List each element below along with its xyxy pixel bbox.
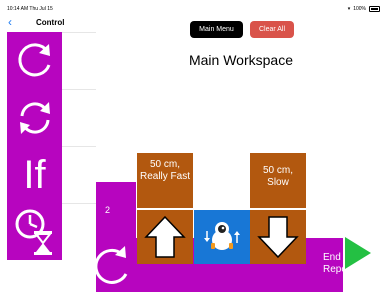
loop-block[interactable] bbox=[7, 32, 62, 89]
command-arrow-up[interactable] bbox=[137, 210, 193, 264]
battery-percent: 100% bbox=[353, 6, 366, 12]
robot-icon bbox=[204, 222, 240, 250]
command-arrow-down[interactable] bbox=[250, 210, 306, 264]
status-bar: 10:14 AM Thu Jul 15 ▾ 100% bbox=[0, 0, 386, 14]
arrow-down-icon bbox=[257, 216, 299, 259]
sidebar-header: ‹ Control bbox=[0, 14, 96, 32]
battery-icon bbox=[369, 6, 380, 12]
divider bbox=[62, 146, 96, 147]
robot-block[interactable] bbox=[194, 210, 250, 264]
clear-all-button[interactable]: Clear All bbox=[250, 21, 294, 38]
divider bbox=[62, 32, 96, 33]
repeat-block[interactable] bbox=[7, 89, 62, 146]
command-label: 50 cm, Really Fast bbox=[139, 159, 190, 182]
wait-block[interactable] bbox=[7, 203, 62, 260]
page-title: Main Workspace bbox=[188, 52, 293, 68]
divider bbox=[62, 203, 96, 204]
block-palette: If bbox=[7, 32, 62, 260]
main-menu-button[interactable]: Main Menu bbox=[190, 21, 243, 38]
command-block-slow[interactable]: 50 cm, Slow bbox=[250, 153, 306, 208]
sidebar-title: Control bbox=[36, 18, 65, 27]
status-right: ▾ 100% bbox=[348, 6, 380, 12]
repeat-count[interactable]: 2 bbox=[105, 205, 110, 215]
end-repeat-block[interactable]: End Repeat bbox=[305, 238, 355, 292]
clock-hourglass-icon bbox=[15, 209, 52, 255]
command-label: 50 cm, Slow bbox=[262, 165, 293, 188]
if-block[interactable]: If bbox=[7, 146, 62, 203]
loop-icon bbox=[96, 246, 128, 284]
wifi-icon: ▾ bbox=[347, 6, 351, 12]
chevron-left-icon[interactable]: ‹ bbox=[8, 16, 12, 28]
if-label: If bbox=[23, 152, 46, 197]
command-block-fast[interactable]: 50 cm, Really Fast bbox=[137, 153, 193, 208]
status-time: 10:14 AM Thu Jul 15 bbox=[7, 6, 53, 12]
arrow-up-icon bbox=[144, 215, 186, 258]
divider bbox=[62, 89, 96, 90]
repeat-arrows-icon bbox=[19, 101, 50, 134]
loop-icon bbox=[17, 42, 50, 76]
play-icon[interactable] bbox=[345, 237, 371, 269]
